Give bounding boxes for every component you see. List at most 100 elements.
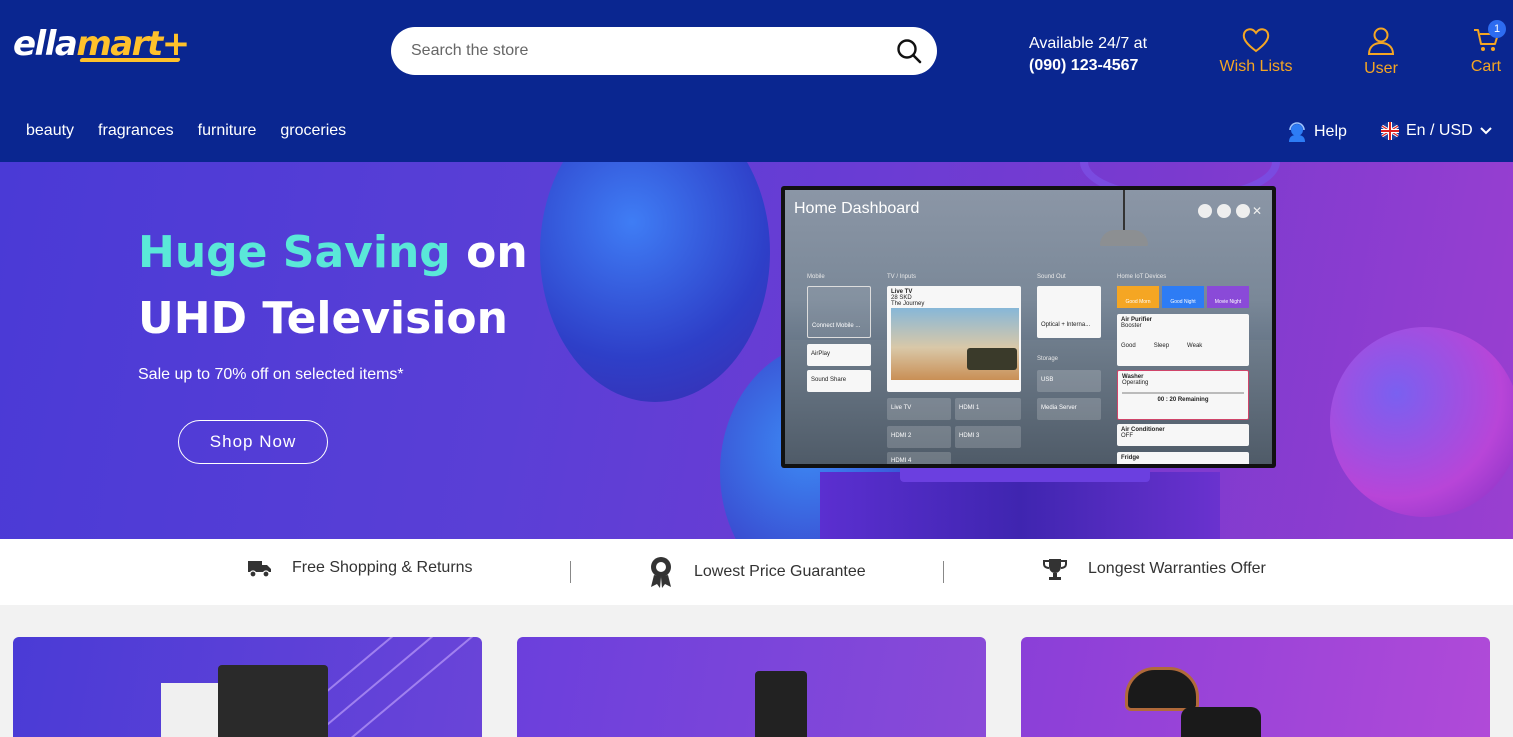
nav-item-groceries[interactable]: groceries [280, 122, 346, 140]
tv-screen: Home Dashboard ✕ Mobile TV / Inputs Soun… [785, 190, 1272, 464]
hero-banner[interactable]: Huge Saving on UHD Television Sale up to… [0, 162, 1513, 539]
phone-number[interactable]: (090) 123-4567 [1029, 55, 1147, 77]
search-bar [391, 27, 937, 75]
tv-device-washer: Washer Operating 00 : 20 Remaining [1117, 370, 1249, 420]
nav-item-fragrances[interactable]: fragrances [98, 122, 174, 140]
hero-title-accent: Huge Saving [138, 227, 451, 278]
tv-dashboard-title: Home Dashboard [794, 200, 920, 217]
decor-pedestal [820, 472, 1220, 539]
tv-device-air-conditioner: Air Conditioner OFF [1117, 424, 1249, 446]
wish-lists-label: Wish Lists [1219, 58, 1293, 75]
device-name: Fridge [1121, 455, 1140, 461]
benefit-divider [570, 561, 571, 583]
tv-card-connect-mobile: Connect Mobile ... [807, 286, 871, 338]
purifier-mode-good: Good [1121, 343, 1136, 349]
shop-now-button[interactable]: Shop Now [178, 420, 328, 464]
device-status: Operating [1122, 380, 1149, 386]
logo-underline [79, 58, 181, 62]
chair-seat-image [1181, 707, 1261, 737]
user-button[interactable]: User [1356, 26, 1406, 78]
availability-text: Available 24/7 at [1029, 35, 1148, 52]
trophy-icon [1043, 559, 1067, 580]
cart-label: Cart [1470, 58, 1502, 75]
search-icon[interactable] [895, 37, 923, 65]
device-status: Booster [1121, 323, 1142, 329]
help-label: Help [1314, 123, 1347, 140]
benefit-lowest-price: Lowest Price Guarantee [648, 555, 866, 589]
benefit-free-shipping: Free Shopping & Returns [246, 557, 473, 579]
washer-remaining: 00 : 20 Remaining [1157, 397, 1209, 403]
contact-info: Available 24/7 at (090) 123-4567 [1029, 33, 1147, 77]
benefit-label: Free Shopping & Returns [292, 559, 473, 576]
benefit-divider [943, 561, 944, 583]
cart-count-badge: 1 [1488, 20, 1506, 38]
tv-section-storage: Storage [1037, 356, 1059, 362]
search-input[interactable] [411, 39, 881, 63]
thumbnail-vehicle [967, 348, 1017, 370]
category-card[interactable] [517, 637, 986, 737]
language-currency-select[interactable]: En / USD [1380, 121, 1493, 141]
tv-section-devices: Home IoT Devices [1117, 274, 1167, 280]
award-ribbon-icon [651, 557, 671, 588]
tv-image: Home Dashboard ✕ Mobile TV / Inputs Soun… [781, 186, 1276, 468]
live-tv-thumbnail [891, 308, 1019, 380]
pendant-lamp [1100, 230, 1148, 246]
tv-mode-good-morning: Good Morn [1117, 286, 1159, 308]
chair-product-image [1125, 667, 1199, 711]
category-nav: beauty fragrances furniture groceries [26, 122, 346, 140]
decor-sphere [540, 162, 770, 402]
lamp-cord [1123, 190, 1125, 230]
tv-tile-media-server: Media Server [1037, 398, 1101, 420]
help-link[interactable]: Help [1286, 121, 1347, 143]
subwoofer-product-image [218, 665, 328, 737]
tv-section-sound: Sound Out [1037, 274, 1066, 280]
user-label: User [1364, 60, 1398, 77]
support-agent-icon [1289, 122, 1305, 142]
speaker-product-image [755, 671, 807, 737]
purifier-mode-sleep: Sleep [1153, 343, 1170, 349]
hero-title-line2: UHD Television [138, 293, 508, 344]
tv-card-live-tv: Live TV 28 SKD The Journey [887, 286, 1021, 392]
hero-title-rest: on [450, 227, 528, 278]
wish-lists-button[interactable]: Wish Lists [1218, 26, 1294, 76]
tv-card-sound-share: Sound Share [807, 370, 871, 392]
hero-subtitle: Sale up to 70% off on selected items* [138, 366, 404, 383]
tv-tile-hdmi4: HDMI 4 [887, 452, 951, 464]
tv-device-air-purifier: Air Purifier Booster Good Sleep Weak [1117, 314, 1249, 366]
benefit-label: Lowest Price Guarantee [694, 563, 866, 580]
nav-item-beauty[interactable]: beauty [26, 122, 74, 140]
nav-item-furniture[interactable]: furniture [198, 122, 257, 140]
tv-tile-hdmi2: HDMI 2 [887, 426, 951, 448]
benefit-label: Longest Warranties Offer [1088, 560, 1266, 577]
tv-card-airplay: AirPlay [807, 344, 871, 366]
lang-label: En / USD [1406, 122, 1473, 139]
benefits-strip: Free Shopping & Returns Lowest Price Gua… [0, 539, 1513, 605]
tv-profile-icons [1198, 204, 1250, 218]
hero-title: Huge Saving on UHD Television [138, 220, 528, 352]
tv-tile-hdmi3: HDMI 3 [955, 426, 1021, 448]
heart-icon [1242, 28, 1270, 53]
tv-tile-usb: USB [1037, 370, 1101, 392]
tv-tile-hdmi1: HDMI 1 [955, 398, 1021, 420]
tv-close-icon: ✕ [1251, 204, 1262, 218]
category-card[interactable] [13, 637, 482, 737]
uk-flag-icon [1381, 122, 1399, 140]
decor-sphere [1330, 327, 1513, 517]
tv-mode-movie-night: Movie Night [1207, 286, 1249, 308]
live-tv-show: The Journey [891, 301, 925, 307]
category-card[interactable] [1021, 637, 1490, 737]
device-status: OFF [1121, 433, 1133, 439]
tv-mode-good-night: Good Night [1162, 286, 1204, 308]
benefit-warranty: Longest Warranties Offer [1042, 557, 1266, 581]
tv-tile-live-tv: Live TV [887, 398, 951, 420]
tv-section-mobile: Mobile [807, 274, 825, 280]
tv-device-fridge: Fridge [1117, 452, 1249, 464]
user-icon [1367, 27, 1395, 55]
chevron-down-icon [1479, 127, 1492, 135]
purifier-mode-weak: Weak [1187, 343, 1203, 349]
tv-card-sound-out: Optical + Interna... [1037, 286, 1101, 338]
site-header: ellamart+ Available 24/7 at (090) 123-45… [0, 0, 1513, 162]
logo-text-white: ella [13, 24, 78, 64]
tv-section-inputs: TV / Inputs [887, 274, 917, 280]
truck-icon [248, 561, 271, 578]
